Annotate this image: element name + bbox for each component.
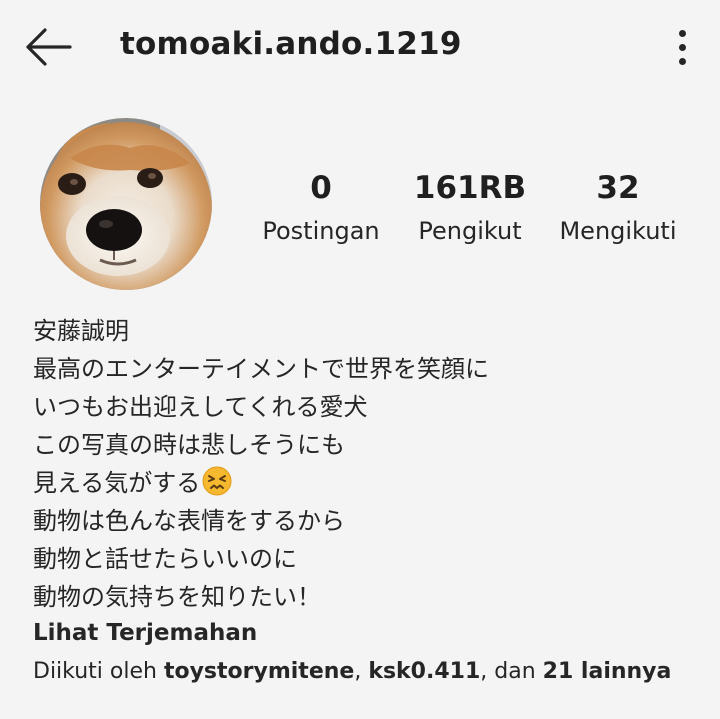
posts-count: 0	[310, 170, 332, 206]
bio: 安藤誠明 最高のエンターテイメントで世界を笑顔に いつもお出迎えしてくれる愛犬 …	[33, 312, 713, 616]
others-link[interactable]: 21 lainnya	[543, 659, 672, 684]
confounded-face-emoji	[202, 466, 232, 496]
profile-username: tomoaki.ando.1219	[120, 26, 462, 62]
bio-line: 動物と話せたらいいのに	[33, 545, 297, 573]
more-options-button[interactable]	[668, 26, 698, 70]
followers-count: 161RB	[413, 170, 527, 206]
followed-by-mid: , dan	[480, 659, 543, 684]
stat-following[interactable]: 32 Mengikuti	[548, 168, 688, 246]
back-button[interactable]	[20, 24, 74, 70]
see-translation-link[interactable]: Lihat Terjemahan	[33, 620, 257, 646]
more-vertical-icon	[679, 30, 686, 37]
arrow-left-icon	[26, 28, 72, 66]
stat-followers[interactable]: 161RB Pengikut	[402, 168, 538, 246]
followed-by-prefix: Diikuti oleh	[33, 659, 164, 684]
header: tomoaki.ando.1219	[0, 0, 720, 96]
bio-line-with-emoji: 見える気がする	[33, 464, 713, 502]
bio-line: 動物は色んな表情をするから	[33, 507, 345, 535]
stat-posts[interactable]: 0 Postingan	[250, 168, 392, 246]
posts-label: Postingan	[262, 217, 380, 245]
followers-label: Pengikut	[418, 217, 522, 245]
follower-link[interactable]: toystorymitene	[164, 659, 354, 684]
follower-link[interactable]: ksk0.411	[368, 659, 480, 684]
following-count: 32	[596, 170, 640, 206]
profile-page: tomoaki.ando.1219 0 Postingan 161RB Peng…	[0, 0, 720, 719]
separator: ,	[354, 659, 369, 684]
followed-by[interactable]: Diikuti oleh toystorymitene, ksk0.411, d…	[33, 656, 693, 688]
bio-line: 最高のエンターテイメントで世界を笑顔に	[33, 355, 489, 383]
following-label: Mengikuti	[559, 217, 677, 245]
bio-line-text: 見える気がする	[33, 469, 201, 497]
avatar[interactable]	[40, 118, 212, 290]
bio-name: 安藤誠明	[33, 317, 129, 345]
bio-line: いつもお出迎えしてくれる愛犬	[33, 393, 368, 421]
bio-line: この写真の時は悲しそうにも	[33, 431, 345, 459]
dog-photo	[40, 118, 212, 290]
bio-line: 動物の気持ちを知りたい！	[33, 583, 321, 611]
